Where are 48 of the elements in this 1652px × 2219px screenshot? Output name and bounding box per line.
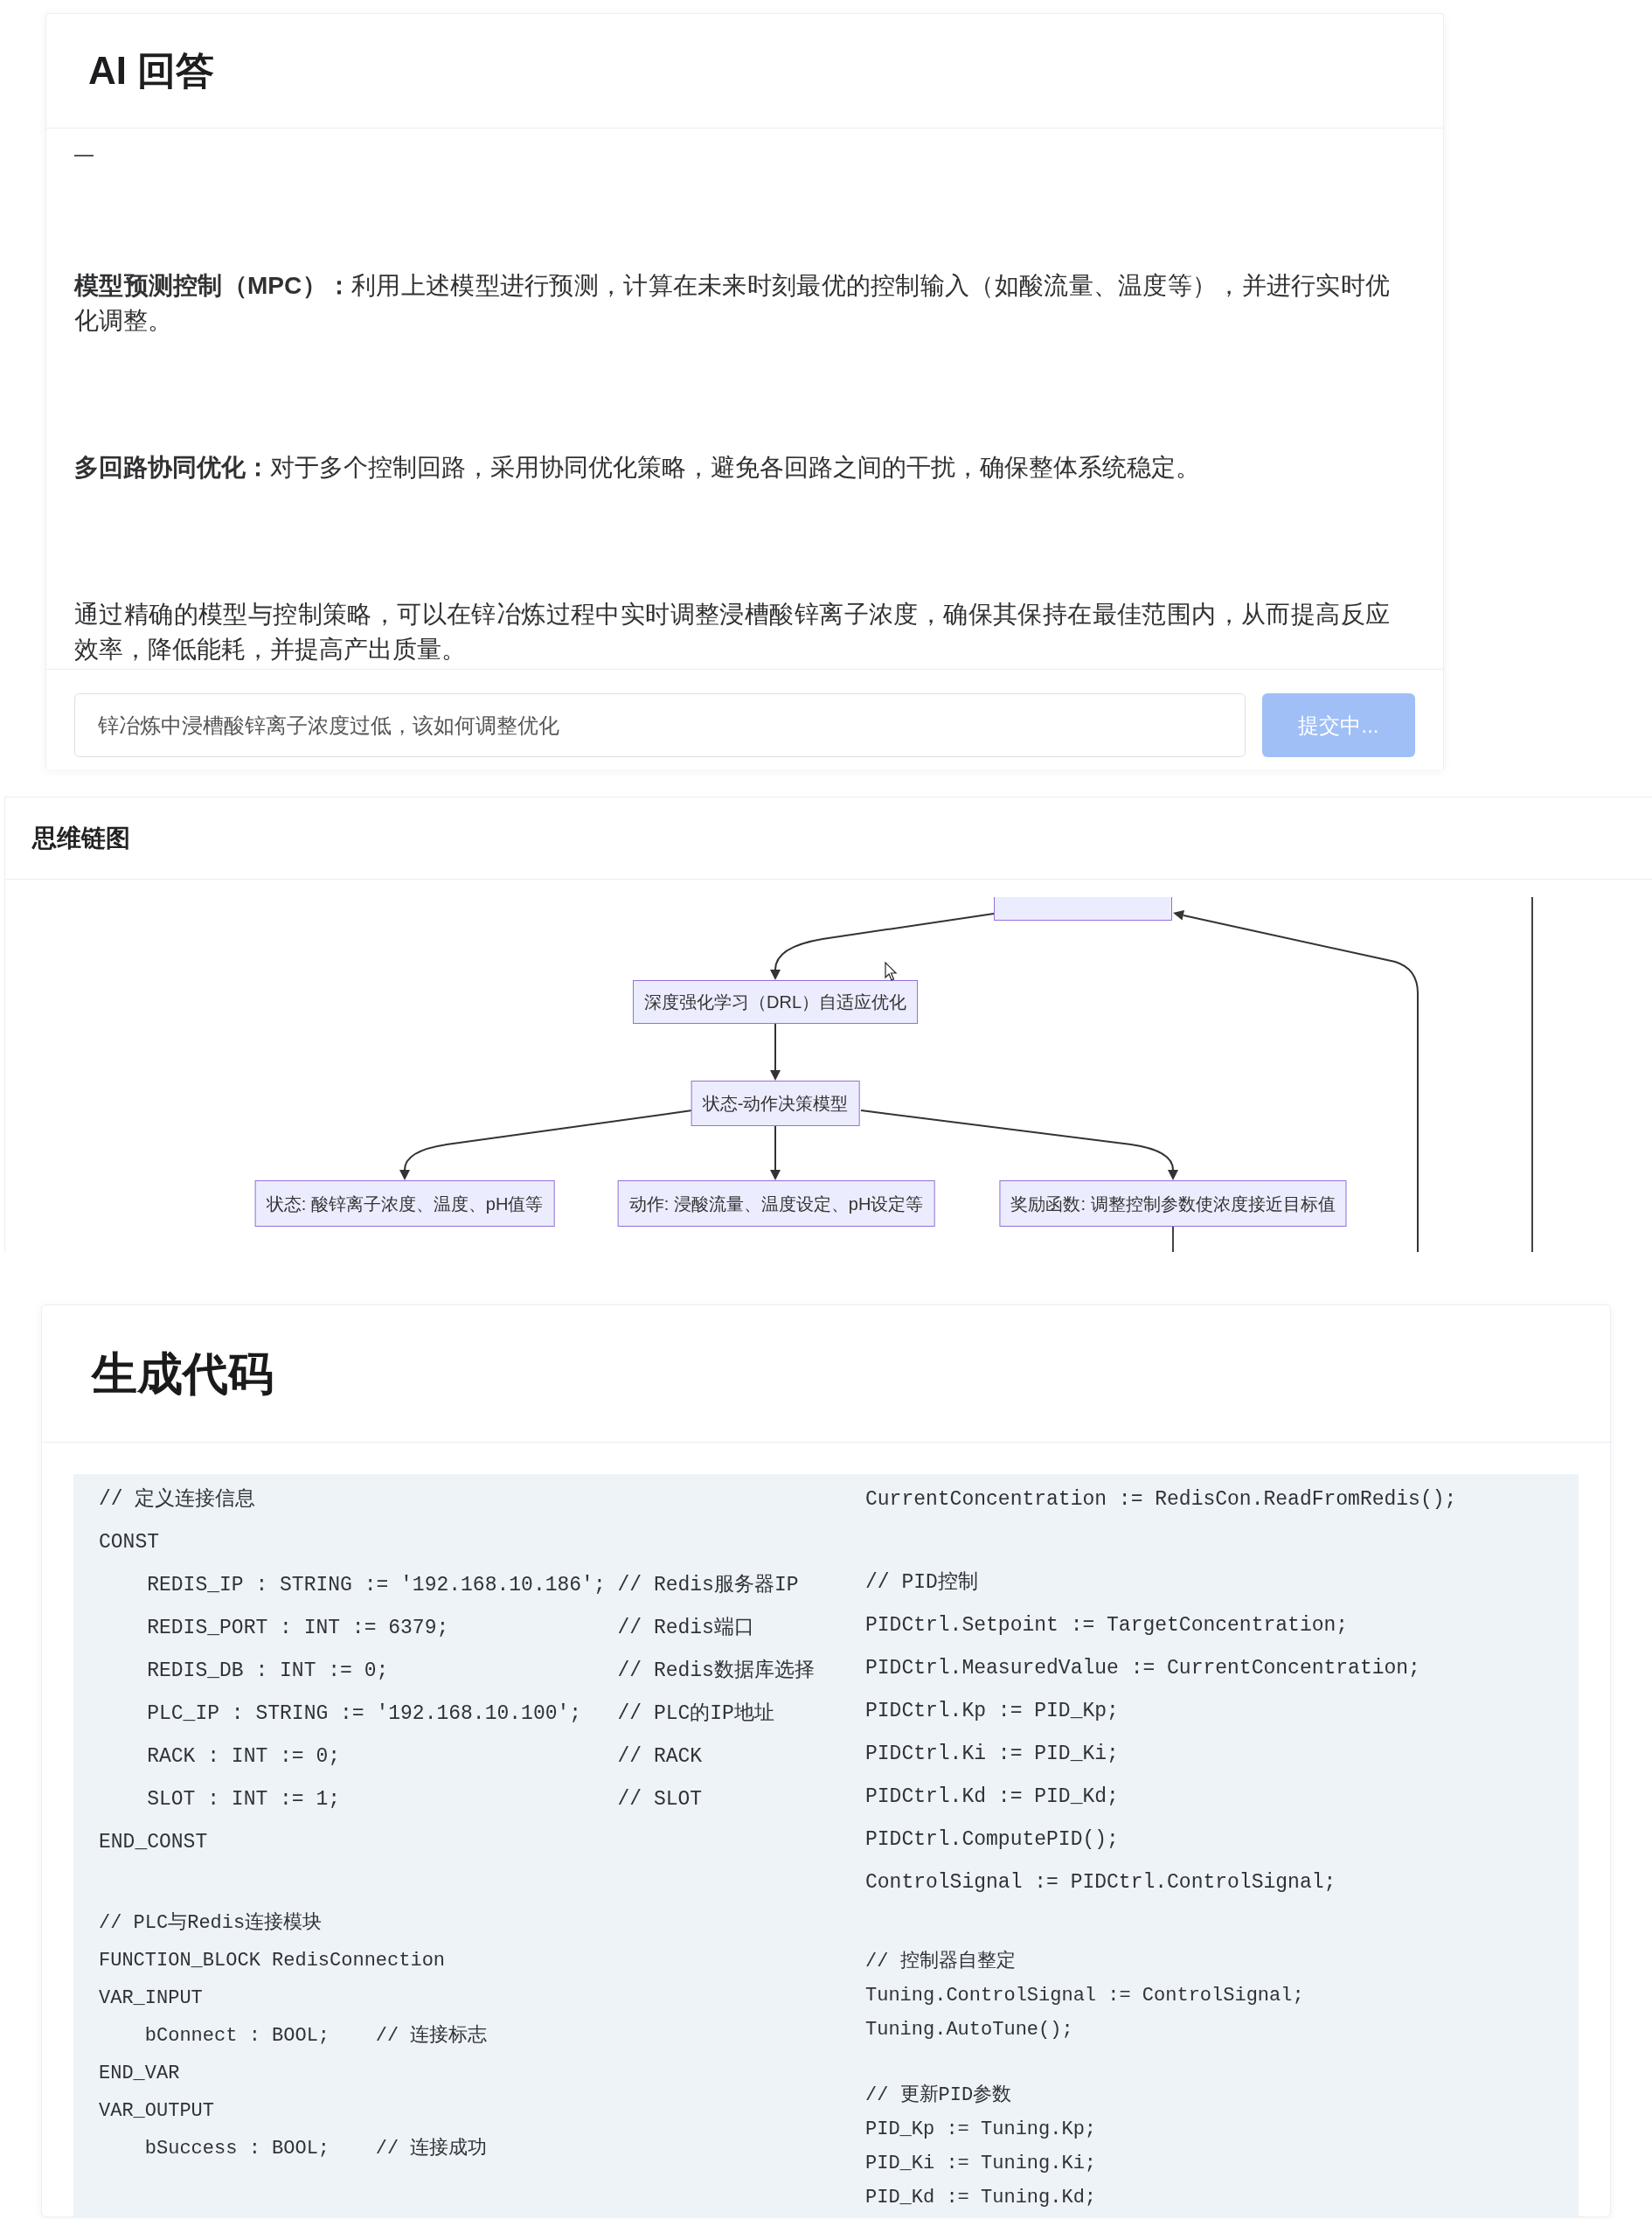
- code-line: REDIS_IP : STRING := '192.168.10.186'; // Redis服务器IP: [146, 1573, 800, 1598]
- code-line: FUNCTION_BLOCK RedisConnection: [99, 1949, 447, 1973]
- answer-paragraph: 通过精确的模型与控制策略，可以在锌冶炼过程中实时调整浸槽酸锌离子浓度，确保其保持在最佳范围内，从而提高反应效率，降低能耗，并提高产出质量。: [74, 600, 1390, 664]
- flowchart-node: 状态: 酸锌离子浓度、温度、pH值等: [254, 1180, 555, 1227]
- answer-paragraph: 模型预测控制（MPC）：利用上述模型进行预测，计算在未来时刻最优的控制输入（如酸流量、温度等），并进行实时优化调整。: [74, 271, 1390, 336]
- code-line: ControlSignal := PIDCtrl.ControlSignal;: [865, 1870, 1337, 1896]
- code-line: SLOT : INT := 1; // SLOT: [146, 1787, 704, 1812]
- code-line: bSuccess : BOOL; // 连接成功: [143, 2136, 489, 2161]
- code-line: CurrentConcentration := RedisCon.ReadFromRedis();: [865, 1487, 1458, 1513]
- code-line: PID_Kd := Tuning.Kd;: [865, 2186, 1098, 2210]
- answer-paragraph: 多回路协同优化：对于多个控制回路，采用协同优化策略，避免各回路之间的干扰，确保整体系统稳定。: [74, 453, 1201, 483]
- code-line: // PID控制: [865, 1570, 979, 1596]
- code-line: VAR_INPUT: [99, 1986, 204, 2011]
- code-line: CONST: [99, 1530, 160, 1555]
- code-line: REDIS_PORT : INT := 6379; // Redis端口: [146, 1616, 755, 1641]
- cursor-icon: [885, 962, 898, 981]
- code-line: VAR_OUTPUT: [99, 2099, 216, 2124]
- flowchart-node: 状态-动作决策模型: [691, 1081, 860, 1126]
- code-line: // PLC与Redis连接模块: [99, 1910, 323, 1936]
- code-line: // 定义连接信息: [99, 1486, 257, 1513]
- code-line: PLC_IP : STRING := '192.168.10.100'; // PLC的IP地址: [146, 1701, 775, 1727]
- code-line: bConnect : BOOL; // 连接标志: [143, 2023, 489, 2049]
- code-line: // 更新PID参数: [865, 2083, 1013, 2108]
- panel-title: AI 回答: [88, 52, 215, 90]
- code-line: REDIS_DB : INT := 0; // Redis数据库选择: [146, 1658, 816, 1684]
- code-line: RACK : INT := 0; // RACK: [146, 1744, 704, 1770]
- question-input[interactable]: 锌冶炼中浸槽酸锌离子浓度过低，该如何调整优化: [74, 693, 1246, 757]
- code-line: PID_Kp := Tuning.Kp;: [865, 2118, 1098, 2142]
- code-line: PIDCtrl.Kd := PID_Kd;: [865, 1784, 1120, 1810]
- panel-title: 思维链图: [32, 825, 130, 851]
- code-line: END_CONST: [99, 1830, 209, 1855]
- code-line: END_VAR: [99, 2062, 181, 2086]
- flowchart-node: 深度强化学习（DRL）自适应优化: [633, 980, 918, 1024]
- code-line: // 控制器自整定: [865, 1949, 1017, 1974]
- panel-title: 生成代码: [92, 1351, 274, 1396]
- code-line: Tuning.ControlSignal := ControlSignal;: [865, 1984, 1305, 2008]
- arrow: [770, 1023, 781, 1081]
- code-line: PIDCtrl.Setpoint := TargetConcentration;: [865, 1613, 1350, 1638]
- flowchart-node: 奖励函数: 调整控制参数使浓度接近目标值: [999, 1180, 1347, 1227]
- code-line: Tuning.AutoTune();: [865, 2018, 1074, 2042]
- arrow: [770, 1125, 781, 1180]
- connector-line: [1172, 1226, 1174, 1252]
- code-line: PIDCtrl.MeasuredValue := CurrentConcentration;: [865, 1656, 1421, 1681]
- code-line: PIDCtrl.Kp := PID_Kp;: [865, 1699, 1120, 1724]
- code-line: PIDCtrl.Ki := PID_Ki;: [865, 1742, 1120, 1767]
- flowchart-node: 动作: 浸酸流量、温度设定、pH设定等: [617, 1180, 935, 1227]
- code-line: PID_Ki := Tuning.Ki;: [865, 2152, 1098, 2176]
- code-line: PIDCtrl.ComputePID();: [865, 1827, 1120, 1853]
